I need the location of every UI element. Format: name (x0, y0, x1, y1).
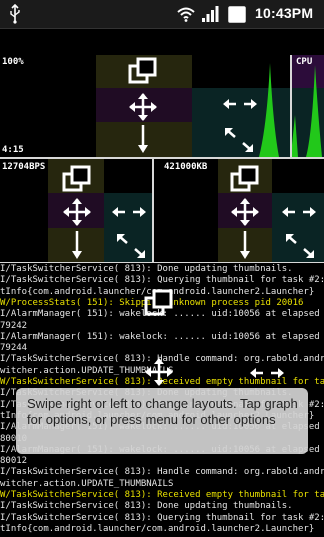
network-graph-panel[interactable]: 12704BPS (0, 159, 152, 263)
timestamp-label: 4:15 (2, 145, 24, 155)
clock: 10:43PM (255, 5, 314, 21)
log-line: I/TaskSwitcherService( 813): Querying th… (0, 512, 324, 523)
move-arrows-icon (63, 198, 91, 226)
battery-icon (228, 6, 246, 23)
log-line: I/AlarmManager( 151): wakelock: ...... u… (0, 331, 324, 342)
log-line: W/TaskSwitcherService( 813): Received em… (0, 490, 324, 500)
wifi-icon (177, 7, 195, 22)
move-arrows-icon (231, 198, 259, 226)
resize-diagonal-icon (225, 128, 253, 152)
panel-divider (290, 55, 292, 157)
left-right-arrows-icon (112, 207, 146, 217)
left-right-arrows-icon (250, 368, 284, 378)
tip-text: Swipe right or left to change layouts. T… (27, 396, 298, 427)
arrow-down-icon (138, 125, 148, 153)
usb-icon (10, 4, 20, 24)
cpu-label: CPU (296, 57, 313, 67)
panel-divider (152, 159, 154, 263)
graph-panel-top-left[interactable]: 100% 4:15 (0, 55, 290, 157)
log-line: I/TaskSwitcherService( 813): Handle comm… (0, 467, 324, 478)
log-line: I/TaskSwitcherService( 813): Querying th… (0, 275, 324, 286)
arrow-down-icon (72, 231, 82, 259)
layout-windows-icon (62, 165, 91, 192)
cpu-graph-panel[interactable]: CPU (292, 55, 324, 157)
arrow-down-icon (240, 231, 250, 259)
status-bar: 10:43PM (0, 0, 324, 29)
log-line: witcher.action.UPDATE_THUMBNAILS (0, 478, 174, 489)
tip-toast[interactable]: Swipe right or left to change layouts. T… (16, 388, 308, 454)
cpu-spike-line (255, 63, 279, 157)
left-right-arrows-icon (223, 99, 257, 109)
layout-windows-icon (128, 57, 157, 84)
log-line: tInfo{com.android.launcher/com.android.l… (0, 523, 315, 534)
log-line: I/TaskSwitcherService( 813): Done updati… (0, 501, 293, 512)
log-line: 79242 (0, 320, 28, 331)
left-right-arrows-icon (282, 207, 316, 217)
log-line: 80012 (0, 456, 28, 467)
resize-diagonal-icon (117, 234, 145, 258)
signal-icon (202, 6, 219, 22)
resize-diagonal-icon (286, 234, 314, 258)
move-arrows-icon (145, 358, 173, 386)
log-line: I/TaskSwitcherService( 813): Done updati… (0, 264, 293, 274)
cpu-percent-label: 100% (2, 57, 24, 67)
cpu-graph-line (292, 65, 322, 157)
memory-graph-panel[interactable]: 421000KB (160, 159, 324, 263)
network-speed-label: 12704BPS (2, 162, 46, 172)
layout-windows-icon (230, 165, 259, 192)
memory-usage-label: 421000KB (164, 162, 208, 172)
move-arrows-icon (129, 93, 157, 121)
layout-windows-icon (144, 289, 173, 316)
log-line: 79244 (0, 343, 28, 354)
